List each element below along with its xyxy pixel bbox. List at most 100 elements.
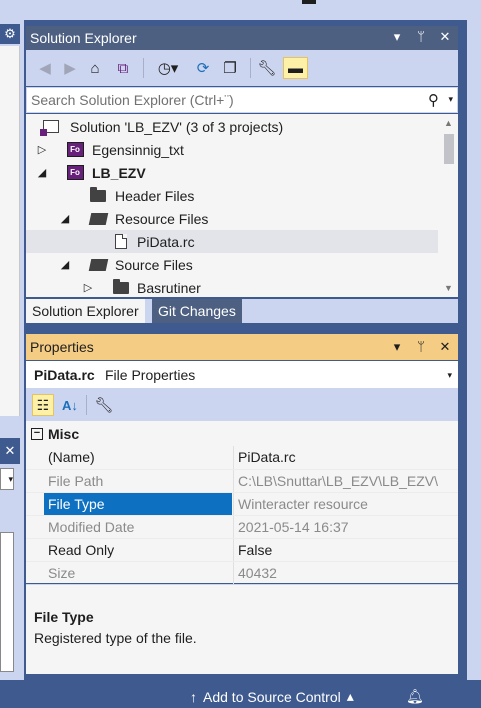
property-value: Winteracter resource	[233, 493, 458, 516]
collapse-arrow-icon[interactable]: ◢	[59, 258, 71, 271]
property-name: File Path	[48, 473, 104, 489]
property-name: (Name)	[48, 449, 95, 465]
tree-item-resource-files[interactable]: ◢ Resource Files	[26, 207, 438, 230]
properties-window-buttons: ▾ ᛘ ✕	[390, 339, 452, 355]
fortran-project-icon: Fo	[66, 142, 84, 158]
property-value: 40432	[233, 562, 458, 585]
property-value[interactable]: False	[233, 539, 458, 562]
search-input[interactable]	[31, 91, 411, 109]
property-name: Modified Date	[48, 519, 135, 535]
top-band	[24, 0, 481, 20]
property-row-size[interactable]: Size 40432	[26, 561, 458, 585]
preview-selected-icon[interactable]: ▬	[283, 57, 308, 79]
property-value[interactable]: PiData.rc	[233, 446, 458, 469]
notification-bell-icon[interactable]: 🔔︎	[406, 688, 424, 705]
expand-arrow-icon[interactable]: ▷	[36, 143, 48, 156]
left-combo-dropdown[interactable]: ▾	[0, 468, 14, 490]
category-misc[interactable]: − Misc	[26, 423, 458, 445]
folder-icon	[112, 278, 130, 296]
properties-icon[interactable]: 🔧︎	[256, 57, 278, 79]
tree-item-lb-ezv[interactable]: ◢ Fo LB_EZV	[26, 161, 438, 184]
top-marker	[302, 0, 316, 4]
object-selector[interactable]: PiData.rc File Properties ▾	[26, 361, 458, 389]
solution-explorer-search[interactable]: ⚲ ▾	[26, 87, 458, 113]
collapse-arrow-icon[interactable]: ◢	[36, 166, 48, 179]
tree-item-solution[interactable]: Solution 'LB_EZV' (3 of 3 projects)	[26, 115, 438, 138]
object-name: PiData.rc	[34, 367, 95, 383]
property-row-modified-date[interactable]: Modified Date 2021-05-14 16:37	[26, 515, 458, 539]
caret-up-icon: ▴	[346, 688, 354, 704]
search-icon[interactable]: ⚲	[428, 91, 439, 109]
folder-open-icon	[88, 257, 108, 273]
fortran-project-icon: Fo	[66, 165, 84, 181]
solution-explorer-toolbar: ◀ ▶ ⌂ ⧉ ◷▾ ⟳ ❐ 🔧︎ ▬	[26, 50, 458, 86]
up-arrow-icon: ↑	[190, 688, 197, 705]
tab-solution-explorer[interactable]: Solution Explorer	[26, 299, 145, 323]
properties-title: Properties	[30, 339, 94, 355]
left-list-panel	[0, 532, 14, 672]
pending-changes-filter-icon[interactable]: ◷▾	[152, 57, 184, 79]
close-icon[interactable]: ✕	[438, 29, 452, 45]
tree-item-source-files[interactable]: ◢ Source Files	[26, 253, 438, 276]
sync-icon[interactable]: ⟳	[192, 57, 214, 79]
tree-scrollbar[interactable]: ▲ ▼	[440, 114, 458, 297]
collapse-all-icon[interactable]: ❐	[219, 57, 241, 79]
scroll-down-icon[interactable]: ▼	[444, 283, 453, 293]
alphabetical-icon[interactable]: A↓	[59, 394, 81, 416]
add-to-source-control-button[interactable]: ↑ Add to Source Control ▴	[190, 688, 354, 705]
property-pages-icon[interactable]: 🔧︎	[93, 394, 115, 416]
solution-icon	[40, 119, 60, 136]
tree-item-basrutiner[interactable]: ▷ Basrutiner	[26, 276, 438, 297]
toolbar-separator	[86, 395, 87, 415]
auto-hide-pin-icon[interactable]: ᛘ	[414, 339, 428, 355]
collapse-icon[interactable]: −	[31, 428, 43, 440]
auto-hide-pin-icon[interactable]: ᛘ	[414, 29, 428, 45]
switch-views-icon[interactable]: ⧉	[112, 57, 134, 79]
tree-item-pidata-rc[interactable]: PiData.rc	[26, 230, 438, 253]
scrollbar-thumb[interactable]	[444, 134, 454, 164]
file-icon	[112, 234, 130, 250]
solution-explorer-window-buttons: ▾ ᛘ ✕	[390, 29, 452, 45]
solution-explorer-title: Solution Explorer	[30, 30, 137, 46]
close-icon[interactable]: ✕	[438, 339, 452, 355]
object-kind: File Properties	[105, 367, 196, 383]
home-icon[interactable]: ⌂	[84, 57, 106, 79]
tab-git-changes[interactable]: Git Changes	[152, 299, 242, 323]
property-name: Size	[48, 565, 76, 581]
properties-titlebar[interactable]: Properties ▾ ᛘ ✕	[26, 334, 458, 360]
description-text: Registered type of the file.	[34, 630, 197, 646]
scroll-up-icon[interactable]: ▲	[444, 118, 453, 128]
tree-item-label: Resource Files	[115, 210, 209, 227]
property-value: C:\LB\Snuttar\LB_EZV\LB_EZV\	[233, 470, 458, 493]
expand-arrow-icon[interactable]: ▷	[82, 281, 94, 294]
gear-icon[interactable]: ⚙	[0, 24, 20, 44]
property-row-file-type[interactable]: File Type Winteracter resource	[26, 492, 458, 516]
tree-item-egensinnig[interactable]: ▷ Fo Egensinnig_txt	[26, 138, 438, 161]
categorized-icon[interactable]: ☷	[32, 394, 54, 416]
source-control-label: Add to Source Control	[203, 688, 341, 705]
property-row-name[interactable]: (Name) PiData.rc	[26, 446, 458, 469]
tree-item-label: Source Files	[115, 256, 193, 273]
folder-open-icon	[88, 211, 108, 227]
back-icon[interactable]: ◀	[34, 57, 56, 79]
search-options-dropdown-icon[interactable]: ▾	[448, 94, 453, 105]
property-name: Read Only	[48, 542, 115, 558]
window-position-dropdown-icon[interactable]: ▾	[390, 339, 404, 355]
property-row-read-only[interactable]: Read Only False	[26, 538, 458, 562]
tree-item-header-files[interactable]: Header Files	[26, 184, 438, 207]
left-panel	[0, 46, 20, 416]
toolbar-separator	[250, 58, 251, 78]
close-icon[interactable]: ✕	[0, 438, 20, 464]
solution-explorer-titlebar[interactable]: Solution Explorer ▾ ᛘ ✕	[26, 26, 458, 50]
tree-item-label: PiData.rc	[137, 233, 195, 250]
forward-icon[interactable]: ▶	[59, 57, 81, 79]
property-grid: − Misc (Name) PiData.rc File Path C:\LB\…	[26, 421, 458, 585]
tree-item-label: Solution 'LB_EZV' (3 of 3 projects)	[70, 118, 284, 135]
right-edge	[467, 0, 481, 680]
tree-item-label: Basrutiner	[137, 279, 201, 296]
property-row-file-path[interactable]: File Path C:\LB\Snuttar\LB_EZV\LB_EZV\	[26, 469, 458, 493]
property-name: File Type	[44, 493, 232, 516]
window-position-dropdown-icon[interactable]: ▾	[390, 29, 404, 45]
collapse-arrow-icon[interactable]: ◢	[59, 212, 71, 225]
chevron-down-icon[interactable]: ▾	[447, 370, 452, 381]
